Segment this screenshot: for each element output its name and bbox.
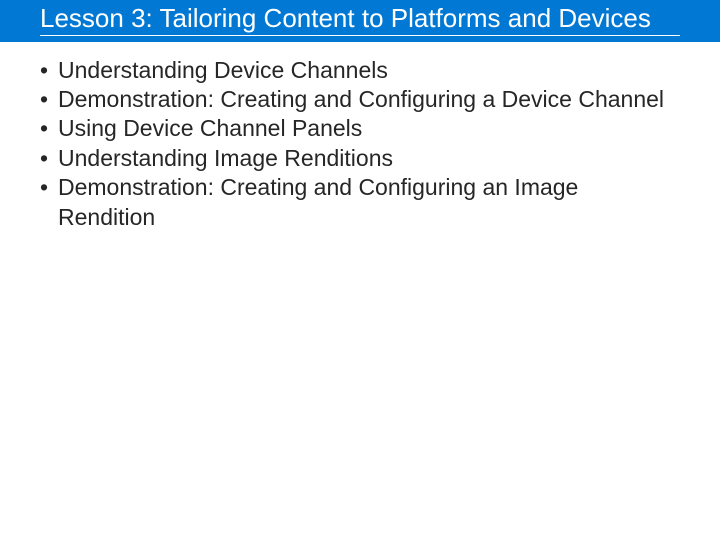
- list-item: Demonstration: Creating and Configuring …: [40, 85, 680, 114]
- list-item: Using Device Channel Panels: [40, 114, 680, 143]
- slide-content: Understanding Device Channels Demonstrat…: [0, 42, 720, 233]
- bullet-list: Understanding Device Channels Demonstrat…: [40, 56, 680, 233]
- list-item: Understanding Image Renditions: [40, 144, 680, 173]
- slide-title: Lesson 3: Tailoring Content to Platforms…: [40, 4, 680, 36]
- list-item: Demonstration: Creating and Configuring …: [40, 173, 680, 232]
- list-item: Understanding Device Channels: [40, 56, 680, 85]
- title-bar: Lesson 3: Tailoring Content to Platforms…: [0, 0, 720, 42]
